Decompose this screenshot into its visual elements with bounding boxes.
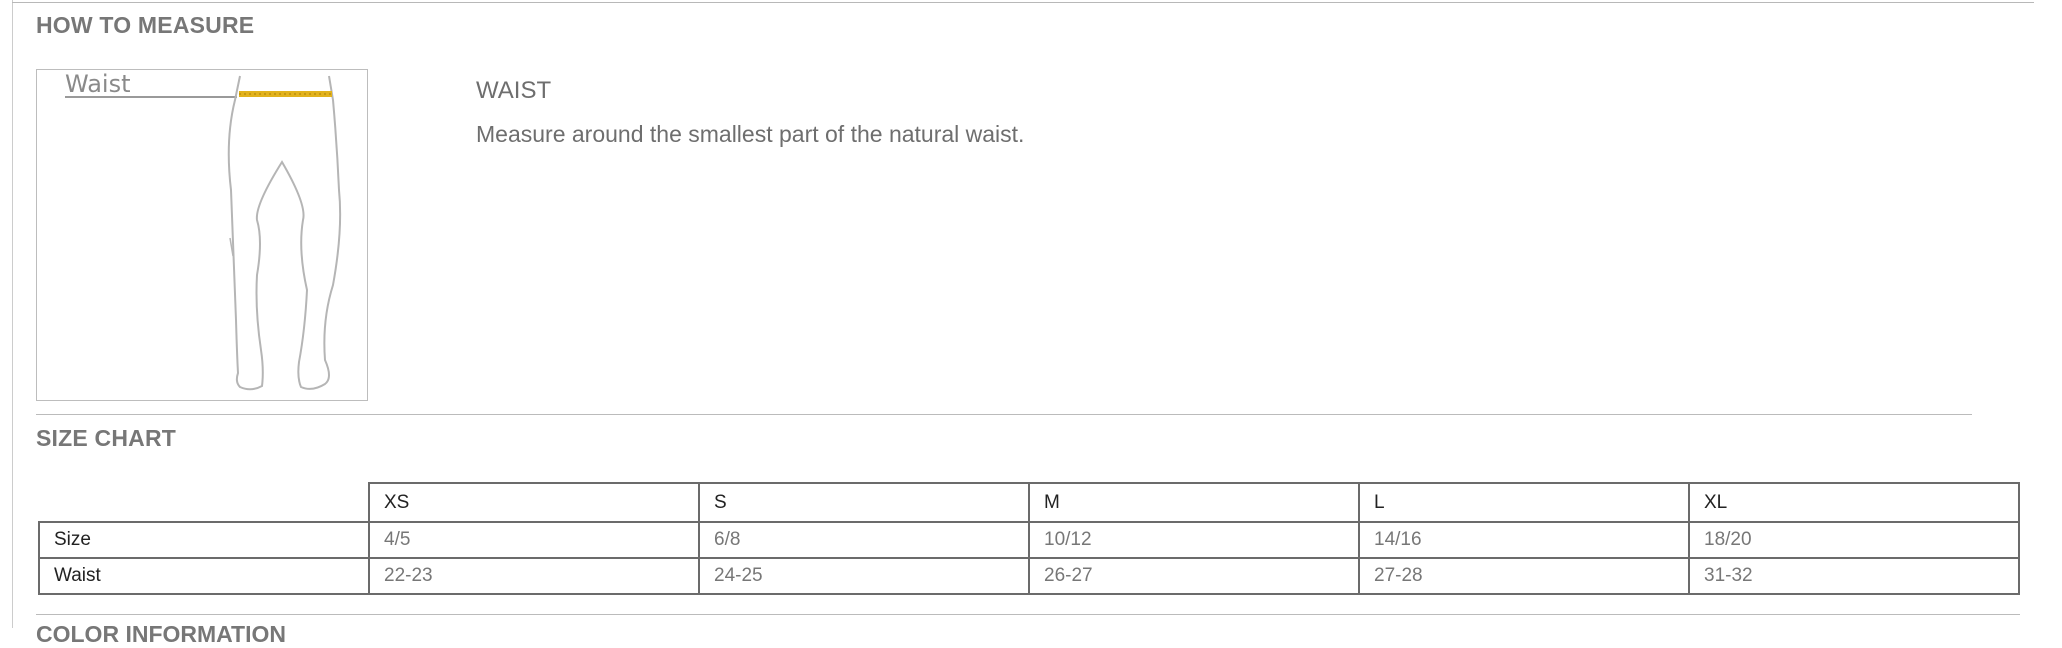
- table-row: Size 4/5 6/8 10/12 14/16 18/20: [38, 521, 2020, 559]
- figure-label-waist: Waist: [65, 70, 130, 98]
- section-divider-bottom: [36, 614, 2020, 615]
- top-divider: [12, 2, 2034, 3]
- row-label-waist: Waist: [38, 557, 370, 595]
- measurement-description: Measure around the smallest part of the …: [476, 121, 1025, 147]
- table-row: Waist 22-23 24-25 26-27 27-28 31-32: [38, 557, 2020, 595]
- table-cell: 31-32: [1688, 557, 2020, 595]
- table-cell: 10/12: [1028, 521, 1360, 559]
- column-header-xs: XS: [368, 482, 700, 523]
- section-divider: [36, 414, 1972, 415]
- table-cell: 4/5: [368, 521, 700, 559]
- table-cell: 27-28: [1358, 557, 1690, 595]
- table-corner-cell: [39, 483, 370, 523]
- table-cell: 26-27: [1028, 557, 1360, 595]
- left-border: [12, 0, 13, 628]
- table-cell: 24-25: [698, 557, 1030, 595]
- size-chart-header-row: XS S M L XL: [39, 482, 2020, 523]
- column-header-m: M: [1028, 482, 1360, 523]
- table-cell: 14/16: [1358, 521, 1690, 559]
- measurement-name: WAIST: [476, 77, 552, 104]
- how-to-measure-heading: HOW TO MEASURE: [36, 12, 255, 38]
- column-header-xl: XL: [1688, 482, 2020, 523]
- waist-measurement-figure: Waist: [36, 69, 368, 401]
- size-chart-table: XS S M L XL Size 4/5 6/8 10/12 14/16 18/…: [38, 482, 2020, 595]
- pants-outline: [227, 75, 342, 391]
- table-cell: 6/8: [698, 521, 1030, 559]
- table-cell: 18/20: [1688, 521, 2020, 559]
- size-chart-heading: SIZE CHART: [36, 425, 176, 451]
- row-label-size: Size: [38, 521, 370, 559]
- column-header-l: L: [1358, 482, 1690, 523]
- column-header-s: S: [698, 482, 1030, 523]
- table-cell: 22-23: [368, 557, 700, 595]
- color-information-heading: COLOR INFORMATION: [36, 621, 286, 647]
- pants-silhouette-icon: Waist: [65, 70, 342, 391]
